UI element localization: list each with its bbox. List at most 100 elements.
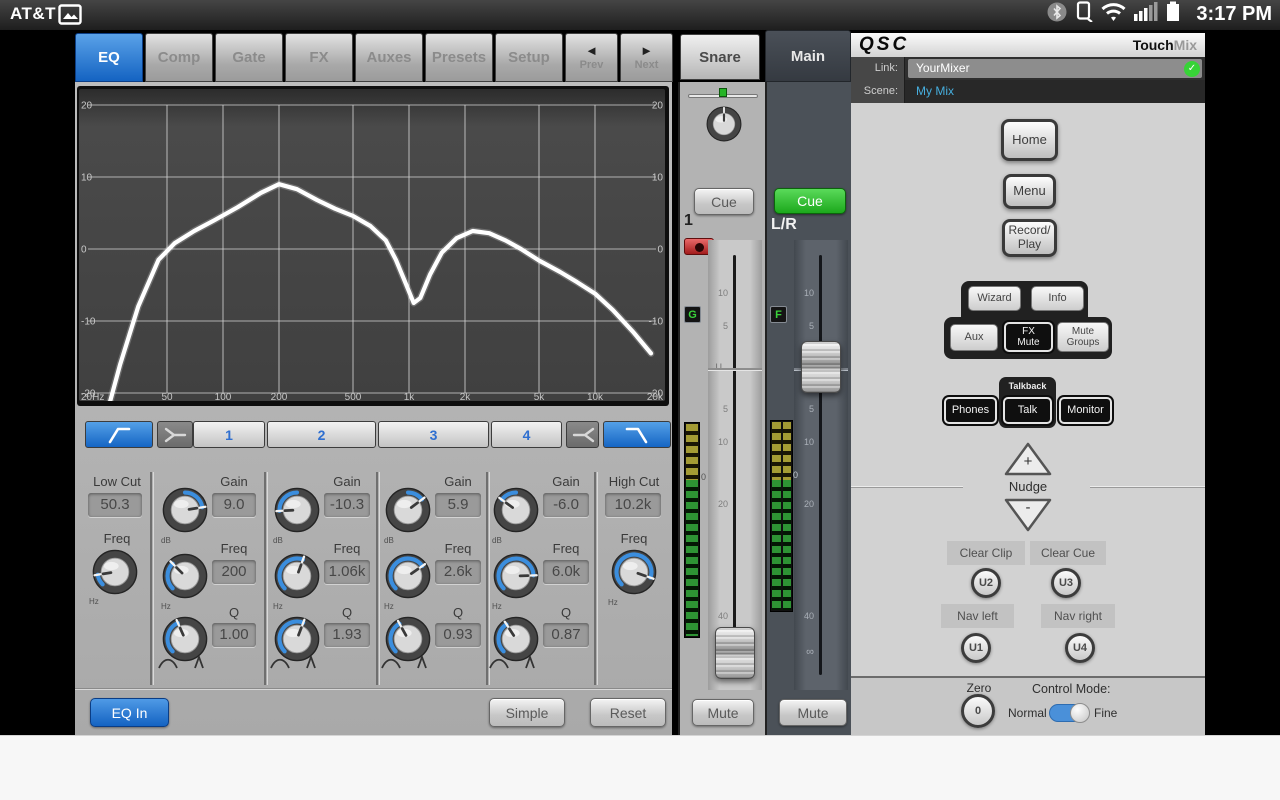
main-cue-button[interactable]: Cue <box>774 188 846 214</box>
control-mode-section: Zero 0 Control Mode: Normal Fine <box>851 676 1205 735</box>
info-button[interactable]: Info <box>1031 286 1084 311</box>
tab-gate[interactable]: Gate <box>215 33 283 82</box>
talk-button[interactable]: Talk <box>1003 397 1052 424</box>
next-arrow-icon: ► <box>640 43 653 59</box>
q-width-icons <box>380 656 480 668</box>
mute-groups-button[interactable]: MuteGroups <box>1057 322 1109 352</box>
band1-freq-knob[interactable] <box>162 553 208 599</box>
band3-gain-unit: dB <box>384 536 394 545</box>
tab-eq[interactable]: EQ <box>75 33 143 82</box>
low-cut-band-button[interactable] <box>85 421 153 448</box>
band2-freq-knob[interactable] <box>274 553 320 599</box>
link-label: Link: <box>851 57 905 80</box>
high-cut-band-button[interactable] <box>603 421 671 448</box>
divider <box>75 688 672 690</box>
svg-text:0: 0 <box>81 245 87 256</box>
band2-gain-label: Gain <box>324 474 370 489</box>
band2-gain-knob[interactable] <box>274 487 320 533</box>
band3-gain-knob[interactable] <box>385 487 431 533</box>
low-cut-unit: Hz <box>89 597 99 606</box>
high-shelf-band-button[interactable] <box>566 421 599 448</box>
nudge-down-button[interactable]: - <box>1003 497 1053 533</box>
main-mute-button[interactable]: Mute <box>779 699 847 726</box>
svg-text:20k: 20k <box>647 392 664 401</box>
fx-mute-button[interactable]: FXMute <box>1004 322 1053 352</box>
main-fader-handle[interactable] <box>801 341 841 393</box>
cue-button[interactable]: Cue <box>694 188 754 215</box>
tab-presets[interactable]: Presets <box>425 33 493 82</box>
band4-q-label: Q <box>543 605 589 620</box>
scene-label: Scene: <box>851 80 905 103</box>
band4-freq-label: Freq <box>543 541 589 556</box>
band1-freq-unit: Hz <box>161 602 171 611</box>
touchmix-header: QSC TouchMix <box>851 33 1205 57</box>
band-4-button[interactable]: 4 <box>491 421 562 448</box>
pan-slider[interactable] <box>688 88 758 100</box>
q-width-icons <box>488 656 588 668</box>
simple-button[interactable]: Simple <box>489 698 565 727</box>
main-tab[interactable]: Main <box>765 30 851 82</box>
link-value[interactable]: YourMixer <box>908 59 1202 78</box>
prev-channel-button[interactable]: ◄ Prev <box>565 33 618 82</box>
band-2-button[interactable]: 2 <box>267 421 376 448</box>
fine-label: Fine <box>1094 706 1117 720</box>
low-shelf-band-button[interactable] <box>157 421 193 448</box>
band3-q-label: Q <box>435 605 481 620</box>
channel-mute-button[interactable]: Mute <box>692 699 754 726</box>
band-1-button[interactable]: 1 <box>193 421 265 448</box>
svg-text:10: 10 <box>652 173 664 184</box>
low-cut-freq-knob[interactable] <box>92 549 138 595</box>
svg-text:20Hz: 20Hz <box>81 392 104 401</box>
channel-fader-handle[interactable] <box>715 627 755 679</box>
user-button-u4[interactable]: U4 <box>1065 633 1095 663</box>
home-button[interactable]: Home <box>1001 119 1058 161</box>
menu-button[interactable]: Menu <box>1003 174 1056 209</box>
high-cut-freq-label: Freq <box>599 531 669 546</box>
low-shelf-icon <box>163 424 187 446</box>
svg-text:1k: 1k <box>404 392 416 401</box>
low-cut-value: 50.3 <box>88 493 142 517</box>
tab-setup[interactable]: Setup <box>495 33 563 82</box>
next-channel-button[interactable]: ► Next <box>620 33 673 82</box>
band3-freq-knob[interactable] <box>385 553 431 599</box>
eq-in-button[interactable]: EQ In <box>90 698 169 727</box>
gallery-icon <box>58 4 82 30</box>
svg-text:500: 500 <box>345 392 362 401</box>
band4-freq-value: 6.0k <box>543 560 589 584</box>
band1-gain-knob[interactable] <box>162 487 208 533</box>
phones-button[interactable]: Phones <box>944 397 997 424</box>
column-divider <box>594 472 598 685</box>
band-3-button[interactable]: 3 <box>378 421 489 448</box>
nudge-up-button[interactable]: + <box>1003 441 1053 477</box>
user-button-u2[interactable]: U2 <box>971 568 1001 598</box>
band1-q-value: 1.00 <box>212 623 256 647</box>
talkback-label: Talkback <box>999 381 1056 391</box>
user-button-u3[interactable]: U3 <box>1051 568 1081 598</box>
nav-right-label: Nav right <box>1041 604 1115 628</box>
main-strip: Cue L/R 10 5 U 5 10 20 40 ∞ F 0 Mute <box>765 82 851 735</box>
tab-auxes[interactable]: Auxes <box>355 33 423 82</box>
channel-name-button[interactable]: Snare <box>680 34 760 80</box>
zero-button[interactable]: 0 <box>961 694 995 728</box>
unity-line <box>708 368 762 371</box>
low-cut-freq-label: Freq <box>85 531 149 546</box>
pan-knob[interactable] <box>706 106 742 142</box>
aux-button[interactable]: Aux <box>950 324 998 351</box>
column-divider <box>486 472 490 685</box>
band3-freq-unit: Hz <box>384 602 394 611</box>
band4-freq-knob[interactable] <box>493 553 539 599</box>
band3-q-value: 0.93 <box>435 623 481 647</box>
monitor-button[interactable]: Monitor <box>1059 397 1112 424</box>
record-play-button[interactable]: Record/Play <box>1002 219 1057 257</box>
high-cut-icon <box>624 424 650 446</box>
band4-gain-knob[interactable] <box>493 487 539 533</box>
high-cut-freq-knob[interactable] <box>611 549 657 595</box>
tab-fx[interactable]: FX <box>285 33 353 82</box>
scene-value[interactable]: My Mix <box>916 84 954 98</box>
wizard-button[interactable]: Wizard <box>968 286 1021 311</box>
user-button-u1[interactable]: U1 <box>961 633 991 663</box>
tab-comp[interactable]: Comp <box>145 33 213 82</box>
control-mode-toggle[interactable] <box>1049 704 1089 722</box>
eq-frequency-response-graph[interactable]: 2020101000-10-10-20-2020Hz501002005001k2… <box>77 86 669 406</box>
reset-button[interactable]: Reset <box>590 698 666 727</box>
